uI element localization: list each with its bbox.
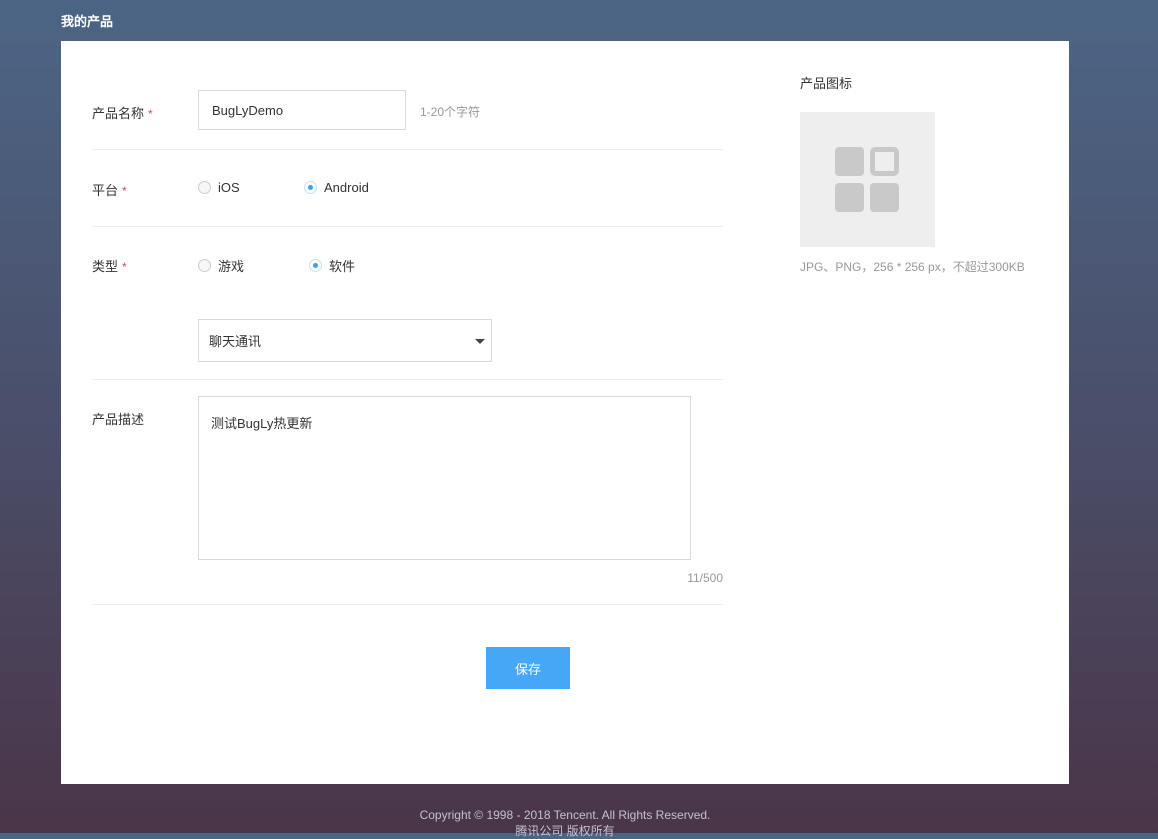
category-select[interactable]: 聊天通讯 (198, 319, 492, 362)
type-radio-game[interactable]: 游戏 (198, 256, 244, 275)
platform-radio-android[interactable]: Android (304, 180, 369, 195)
description-char-counter: 11/500 (687, 571, 723, 585)
product-name-input[interactable] (198, 90, 406, 130)
type-label-text: 类型 (92, 259, 119, 274)
platform-radio-ios-label: iOS (218, 180, 240, 195)
radio-circle-icon[interactable] (198, 181, 211, 194)
description-label: 产品描述 (92, 412, 145, 427)
product-name-label: 产品名称 * (92, 103, 153, 122)
divider (92, 226, 723, 227)
type-radio-software-label: 软件 (329, 259, 356, 274)
type-radio-software[interactable]: 软件 (309, 256, 355, 275)
divider (92, 149, 723, 150)
save-button[interactable]: 保存 (486, 647, 570, 689)
divider (92, 604, 723, 605)
radio-circle-checked-icon[interactable] (309, 259, 322, 272)
required-mark: * (122, 184, 127, 198)
required-mark: * (122, 260, 127, 274)
caret-down-icon[interactable] (475, 339, 485, 344)
footer: Copyright © 1998 - 2018 Tencent. All Rig… (0, 807, 1130, 839)
category-select-value: 聊天通讯 (209, 334, 262, 349)
platform-label: 平台 * (92, 180, 127, 199)
footer-copyright: Copyright © 1998 - 2018 Tencent. All Rig… (419, 808, 711, 822)
footer-rights: 腾讯公司 版权所有 (515, 824, 615, 838)
product-name-label-text: 产品名称 (92, 106, 145, 121)
product-icon-hint: JPG、PNG，256 * 256 px，不超过300KB (800, 260, 1025, 274)
description-textarea[interactable]: 测试BugLy热更新 (198, 396, 691, 560)
product-icon-upload[interactable] (800, 112, 935, 247)
platform-radio-android-label: Android (324, 180, 369, 195)
type-label: 类型 * (92, 256, 127, 275)
app-grid-icon (835, 147, 899, 212)
type-radio-game-label: 游戏 (218, 259, 245, 274)
page-title: 我的产品 (61, 14, 114, 29)
required-mark: * (148, 107, 153, 121)
radio-circle-icon[interactable] (198, 259, 211, 272)
product-form-card: 产品名称* 1-20个字符 平台* iOS Android 类型* 游戏 软件 … (61, 41, 1069, 784)
platform-label-text: 平台 (92, 183, 119, 198)
product-icon-title: 产品图标 (800, 76, 853, 91)
radio-circle-checked-icon[interactable] (304, 181, 317, 194)
divider (92, 379, 723, 380)
platform-radio-ios[interactable]: iOS (198, 180, 240, 195)
product-name-hint: 1-20个字符 (420, 105, 481, 119)
